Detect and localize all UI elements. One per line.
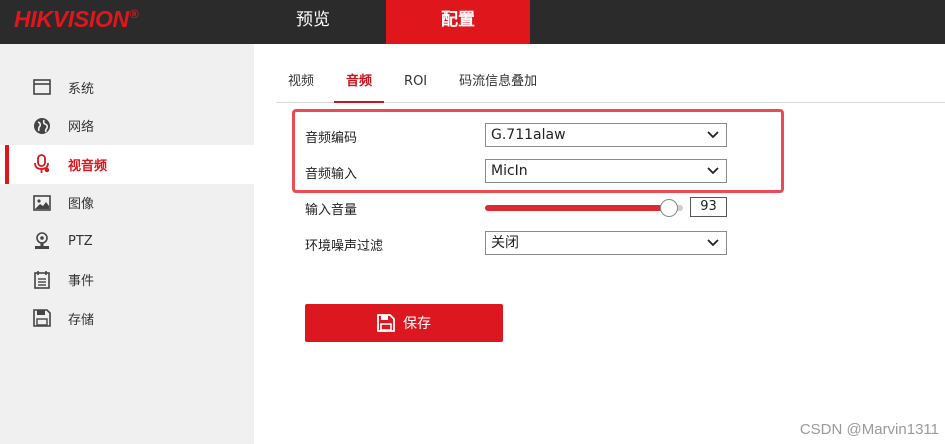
noise-filter-row: 环境噪声过滤 关闭	[305, 231, 745, 255]
sidebar-item-label: 图像	[68, 197, 95, 213]
sidebar-item-label: 视音频	[68, 158, 108, 174]
sidebar: 系统 网络 视音频 图像 PTZ 事件 存储	[0, 44, 254, 444]
brand-logo: HIKVISION®	[14, 6, 139, 32]
ptz-icon	[32, 231, 52, 251]
sidebar-item-label: 网络	[68, 120, 95, 136]
sidebar-item-label: 存储	[68, 312, 95, 328]
save-button[interactable]: 保存	[305, 304, 503, 342]
audio-encoding-row: 音频编码 G.711alaw	[305, 123, 745, 147]
sidebar-item-video-audio[interactable]: 视音频	[0, 145, 254, 184]
audio-input-select[interactable]: MicIn	[485, 159, 727, 183]
noise-filter-select[interactable]: 关闭	[485, 231, 727, 255]
floppy-icon	[32, 308, 52, 328]
tab-audio[interactable]: 音频	[334, 64, 385, 103]
audio-input-row: 音频输入 MicIn	[305, 159, 745, 183]
audio-input-value: MicIn	[491, 163, 528, 179]
window-icon	[32, 77, 52, 97]
image-icon	[32, 193, 52, 213]
audio-input-label: 音频输入	[305, 167, 358, 182]
calendar-icon	[32, 270, 52, 290]
sub-tabs: 视频 音频 ROI 码流信息叠加	[276, 64, 945, 103]
globe-icon	[32, 116, 52, 136]
chevron-down-icon	[707, 131, 719, 139]
sidebar-item-system[interactable]: 系统	[0, 68, 254, 107]
tab-preview[interactable]: 预览	[240, 0, 386, 44]
sidebar-item-image[interactable]: 图像	[0, 184, 254, 223]
volume-slider[interactable]	[485, 199, 683, 217]
microphone-icon	[32, 154, 52, 174]
volume-slider-fill	[485, 205, 670, 211]
tab-video[interactable]: 视频	[276, 64, 326, 103]
sidebar-item-label: PTZ	[68, 233, 93, 249]
input-volume-row: 输入音量 93	[305, 195, 745, 219]
watermark: CSDN @Marvin1311	[799, 421, 939, 438]
sidebar-item-event[interactable]: 事件	[0, 261, 254, 300]
top-nav: 预览 配置	[240, 0, 530, 44]
noise-filter-value: 关闭	[491, 235, 519, 251]
top-bar: HIKVISION® 预览 配置	[0, 0, 945, 44]
audio-encoding-label: 音频编码	[305, 131, 358, 146]
tab-config[interactable]: 配置	[386, 0, 530, 44]
audio-encoding-value: G.711alaw	[491, 127, 566, 143]
sidebar-item-ptz[interactable]: PTZ	[0, 222, 254, 261]
input-volume-label: 输入音量	[305, 203, 358, 218]
chevron-down-icon	[707, 167, 719, 175]
chevron-down-icon	[707, 239, 719, 247]
audio-encoding-select[interactable]: G.711alaw	[485, 123, 727, 147]
sidebar-menu: 系统 网络 视音频 图像 PTZ 事件 存储	[0, 44, 254, 338]
noise-filter-label: 环境噪声过滤	[305, 239, 384, 254]
volume-value-box[interactable]: 93	[690, 197, 727, 217]
sidebar-item-network[interactable]: 网络	[0, 107, 254, 146]
save-button-label: 保存	[403, 316, 431, 332]
tab-stream-overlay[interactable]: 码流信息叠加	[447, 64, 549, 103]
floppy-icon	[377, 314, 395, 332]
tab-roi[interactable]: ROI	[392, 64, 439, 103]
sidebar-item-label: 系统	[68, 81, 95, 97]
sidebar-item-label: 事件	[68, 274, 95, 290]
main-content: 视频 音频 ROI 码流信息叠加 音频编码 G.711alaw 音频输入 Mic…	[254, 44, 945, 444]
sidebar-item-storage[interactable]: 存储	[0, 299, 254, 338]
volume-slider-thumb[interactable]	[660, 199, 679, 217]
